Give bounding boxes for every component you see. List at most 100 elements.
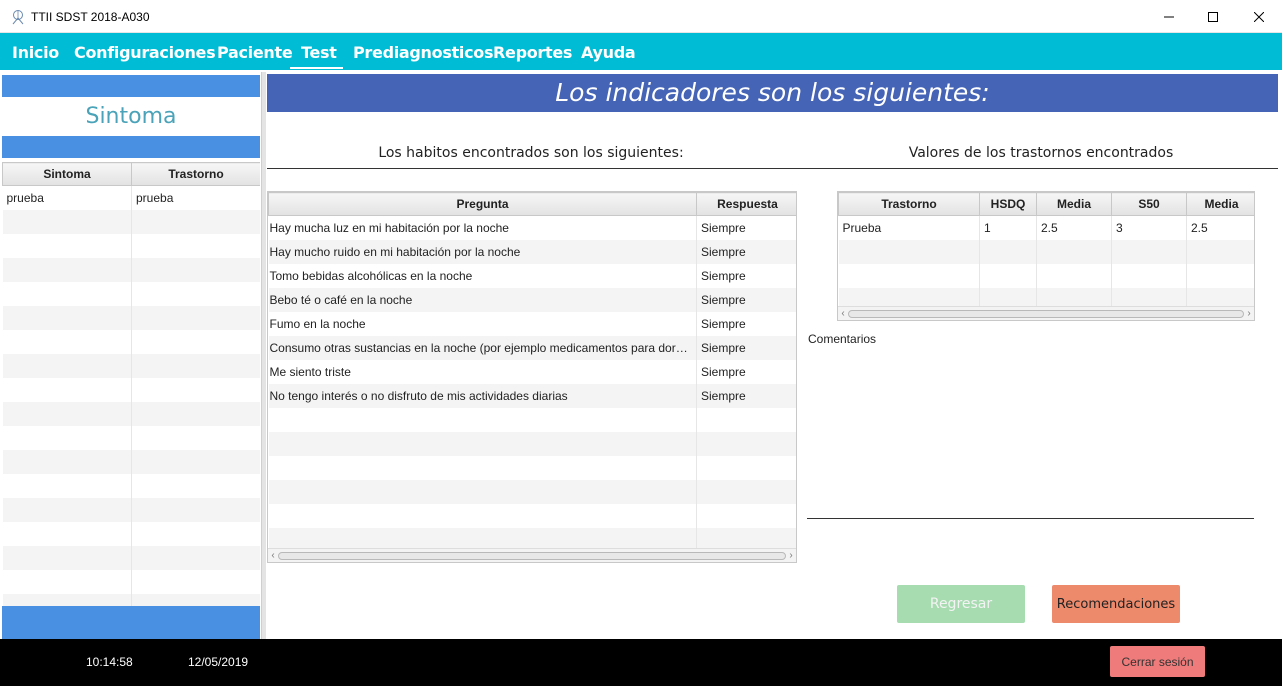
table-row[interactable]: [2, 257, 260, 282]
table-row[interactable]: [838, 239, 1254, 264]
table-row[interactable]: [268, 479, 796, 504]
logout-button[interactable]: Cerrar sesión: [1110, 646, 1205, 677]
table-row[interactable]: [268, 503, 796, 528]
scrollbar-thumb[interactable]: [278, 552, 786, 560]
menu-test[interactable]: Test: [301, 43, 337, 62]
scroll-right-icon[interactable]: ›: [1244, 307, 1254, 320]
scrollbar-thumb[interactable]: [848, 310, 1244, 318]
table-row[interactable]: [2, 329, 260, 354]
table-row[interactable]: [2, 473, 260, 498]
table-cell: [2, 401, 132, 426]
table-cell: [1036, 263, 1112, 288]
panel-splitter[interactable]: [262, 72, 266, 639]
table-cell: [2, 521, 132, 546]
table-row[interactable]: [2, 569, 260, 594]
table-row[interactable]: [2, 209, 260, 234]
table-row[interactable]: Hay mucha luz en mi habitación por la no…: [268, 215, 796, 240]
active-menu-indicator: [290, 67, 343, 69]
column-header-trastorno[interactable]: Trastorno: [838, 192, 980, 216]
table-cell: [2, 281, 132, 306]
table-cell: Bebo té o café en la noche: [268, 287, 697, 312]
column-header-hsdq[interactable]: HSDQ: [979, 192, 1037, 216]
table-row[interactable]: [2, 401, 260, 426]
table-row[interactable]: [2, 305, 260, 330]
table-cell: Siempre: [696, 359, 796, 384]
table-cell: 1: [979, 215, 1037, 240]
back-button[interactable]: Regresar: [897, 585, 1025, 623]
table-cell: [131, 329, 260, 354]
menu-inicio[interactable]: Inicio: [12, 43, 59, 62]
scroll-left-icon[interactable]: ‹: [838, 307, 848, 320]
column-header-s50[interactable]: S50: [1111, 192, 1187, 216]
values-horizontal-scrollbar[interactable]: ‹ ›: [838, 306, 1254, 320]
table-cell: [2, 257, 132, 282]
table-row[interactable]: [2, 233, 260, 258]
scroll-right-icon[interactable]: ›: [786, 549, 796, 562]
table-cell: Siempre: [696, 263, 796, 288]
column-header-pregunta[interactable]: Pregunta: [268, 192, 697, 216]
table-cell: [2, 473, 132, 498]
table-cell: [696, 455, 796, 480]
comments-area-divider: [807, 518, 1254, 519]
symptom-panel: Sintoma Sintoma Trastorno prueba prueba: [0, 72, 262, 639]
table-row[interactable]: No tengo interés o no disfruto de mis ac…: [268, 383, 796, 408]
table-cell: Siempre: [696, 311, 796, 336]
table-cell: [131, 281, 260, 306]
symptom-heading: Sintoma: [85, 104, 177, 129]
table-cell: [131, 233, 260, 258]
column-header-respuesta[interactable]: Respuesta: [696, 192, 796, 216]
table-cell: [268, 455, 697, 480]
column-header-media-2[interactable]: Media: [1186, 192, 1254, 216]
menu-configuraciones[interactable]: Configuraciones: [74, 43, 216, 62]
table-row[interactable]: prueba prueba: [2, 185, 260, 210]
table-row[interactable]: [2, 377, 260, 402]
table-cell: [131, 521, 260, 546]
table-row[interactable]: Fumo en la noche Siempre: [268, 311, 796, 336]
table-row[interactable]: [2, 521, 260, 546]
table-row[interactable]: [2, 497, 260, 522]
table-row[interactable]: [2, 449, 260, 474]
table-row[interactable]: Tomo bebidas alcohólicas en la noche Siem…: [268, 263, 796, 288]
habits-horizontal-scrollbar[interactable]: ‹ ›: [268, 548, 796, 562]
indicators-banner: Los indicadores son los siguientes:: [267, 74, 1278, 112]
table-row[interactable]: [2, 425, 260, 450]
menu-prediagnosticos[interactable]: Prediagnosticos: [353, 43, 494, 62]
table-cell: No tengo interés o no disfruto de mis ac…: [268, 383, 697, 408]
menu-reportes[interactable]: Reportes: [493, 43, 572, 62]
table-row[interactable]: Hay mucho ruido en mi habitación por la …: [268, 239, 796, 264]
table-cell: [2, 305, 132, 330]
table-cell: prueba: [2, 185, 132, 210]
close-button[interactable]: [1236, 0, 1282, 33]
table-cell: [131, 257, 260, 282]
close-icon: [1254, 11, 1264, 22]
column-header-trastorno[interactable]: Trastorno: [131, 162, 260, 186]
table-row[interactable]: [268, 431, 796, 456]
table-row[interactable]: [2, 593, 260, 606]
scroll-left-icon[interactable]: ‹: [268, 549, 278, 562]
table-row[interactable]: Prueba 1 2.5 3 2.5: [838, 215, 1254, 240]
panel-footer-bar: [2, 606, 260, 639]
table-cell: [131, 569, 260, 594]
table-row[interactable]: Me siento triste Siempre: [268, 359, 796, 384]
panel-divider-bar: [2, 136, 260, 158]
table-row[interactable]: Bebo té o café en la noche Siempre: [268, 287, 796, 312]
app-logo-icon: [10, 9, 26, 25]
table-cell: [2, 353, 132, 378]
column-header-media[interactable]: Media: [1036, 192, 1112, 216]
minimize-button[interactable]: [1146, 0, 1192, 33]
table-cell: Siempre: [696, 287, 796, 312]
menu-ayuda[interactable]: Ayuda: [581, 43, 636, 62]
table-row[interactable]: [838, 263, 1254, 288]
habits-table: Pregunta Respuesta Hay mucha luz en mi h…: [267, 191, 797, 563]
table-row[interactable]: [2, 281, 260, 306]
recommendations-button[interactable]: Recomendaciones: [1052, 585, 1180, 623]
table-row[interactable]: [268, 407, 796, 432]
panel-header-bar: [2, 75, 260, 97]
maximize-button[interactable]: [1190, 0, 1236, 33]
table-row[interactable]: [268, 455, 796, 480]
table-row[interactable]: [2, 353, 260, 378]
menu-paciente[interactable]: Paciente: [217, 43, 293, 62]
column-header-sintoma[interactable]: Sintoma: [2, 162, 132, 186]
table-row[interactable]: Consumo otras sustancias en la noche (po…: [268, 335, 796, 360]
table-row[interactable]: [2, 545, 260, 570]
